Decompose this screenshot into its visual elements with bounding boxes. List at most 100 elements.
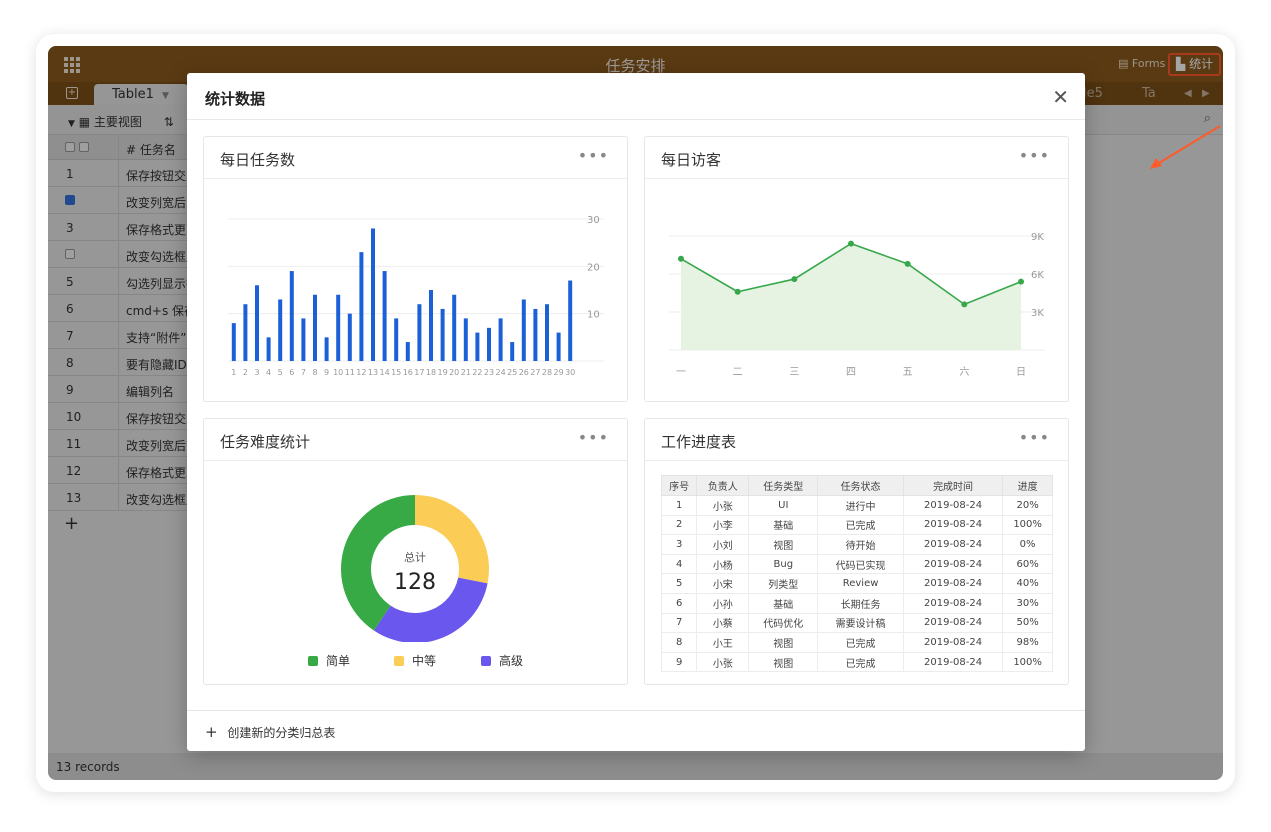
table-cell: 98% (1002, 632, 1053, 653)
x-tick-label: 日 (1016, 367, 1026, 378)
table-cell: 需要设计稿 (817, 612, 904, 634)
legend-medium: 中等 (394, 652, 436, 669)
table-cell: 小张 (696, 495, 750, 516)
column-header: 任务类型 (748, 475, 819, 496)
bar (266, 337, 271, 361)
more-icon[interactable]: ••• (1019, 428, 1050, 447)
table-cell: 小孙 (696, 592, 750, 614)
x-tick-label: 4 (266, 368, 271, 377)
x-tick-label: 3 (254, 368, 259, 377)
x-tick-label: 10 (333, 368, 343, 377)
card-header: 任务难度统计 ••• (204, 419, 627, 461)
x-tick-label: 28 (542, 368, 552, 377)
x-tick-label: 25 (507, 368, 517, 377)
create-summary-label: 创建新的分类归总表 (227, 726, 336, 740)
y-tick-label: 3K (1031, 308, 1044, 319)
table-cell: 2019-08-24 (902, 592, 1004, 614)
legend-simple: 简单 (308, 652, 350, 669)
bar (255, 285, 259, 361)
table-cell: 40% (1002, 573, 1053, 594)
table-cell: 1 (660, 495, 698, 516)
x-tick-label: 16 (403, 368, 413, 377)
x-tick-label: 11 (345, 368, 355, 377)
y-tick-label: 30 (587, 215, 600, 226)
table-cell: 50% (1002, 612, 1053, 634)
bar (336, 294, 341, 361)
table-row: 4 小杨 Bug 代码已实现 2019-08-24 60% (660, 553, 1053, 575)
close-icon[interactable]: ✕ (1052, 85, 1069, 109)
table-cell: 小杨 (696, 553, 750, 575)
data-point (961, 301, 968, 308)
table-cell: 9 (660, 651, 698, 673)
table-cell: 2019-08-24 (902, 495, 1004, 516)
table-cell: 2019-08-24 (902, 514, 1004, 536)
bar (313, 294, 317, 361)
table-cell: 30% (1002, 592, 1053, 614)
more-icon[interactable]: ••• (1019, 146, 1050, 165)
bar (278, 299, 283, 361)
x-tick-label: 三 (789, 367, 799, 378)
x-tick-label: 13 (368, 368, 378, 377)
x-tick-label: 23 (484, 368, 494, 377)
pointer-arrow-icon (1150, 125, 1221, 169)
x-tick-label: 1 (231, 368, 236, 377)
x-tick-label: 15 (391, 368, 401, 377)
table-row: 9 小张 视图 已完成 2019-08-24 100% (660, 651, 1053, 673)
table-cell: 2 (660, 514, 698, 536)
x-tick-label: 20 (449, 368, 459, 377)
column-header: 任务状态 (817, 475, 904, 496)
bar (475, 332, 480, 361)
table-cell: 小宋 (696, 573, 750, 594)
difficulty-donut-chart: 总计 128 (341, 495, 490, 642)
table-cell: 3 (660, 534, 698, 555)
table-cell: 100% (1002, 514, 1053, 536)
data-point (678, 255, 684, 262)
x-tick-label: 21 (461, 368, 471, 377)
card-header: 每日任务数 ••• (204, 137, 627, 179)
column-header: 进度 (1002, 475, 1053, 496)
x-tick-label: 2 (243, 368, 248, 377)
x-tick-label: 17 (414, 368, 424, 377)
bar (405, 342, 410, 361)
bar (556, 332, 561, 361)
bar (521, 299, 526, 361)
x-tick-label: 29 (554, 368, 564, 377)
table-cell: 待开始 (817, 534, 904, 555)
table-cell: 视图 (748, 632, 819, 653)
table-cell: Review (817, 573, 904, 594)
table-cell: 已完成 (817, 651, 904, 673)
bar (568, 280, 573, 361)
bar (394, 318, 399, 361)
bar (429, 290, 433, 361)
table-cell: 小刘 (696, 534, 750, 555)
y-tick-label: 20 (587, 262, 600, 273)
table-cell: 已完成 (817, 632, 904, 653)
stats-modal: 统计数据 ✕ 每日任务数 ••• 10 20 30 1 2 3 4 5 6 7 8 9 10 11 12 13… (187, 73, 1085, 751)
table-cell: 2019-08-24 (902, 534, 1004, 555)
x-tick-label: 5 (278, 368, 283, 377)
x-tick-label: 14 (380, 368, 390, 377)
x-tick-label: 30 (565, 368, 575, 377)
y-tick-label: 9K (1031, 232, 1044, 243)
donut-center-label: 总计 (404, 550, 426, 564)
x-tick-label: 27 (530, 368, 540, 377)
bar (463, 318, 468, 361)
table-cell: 100% (1002, 651, 1053, 673)
more-icon[interactable]: ••• (578, 428, 609, 447)
x-tick-label: 6 (289, 368, 294, 377)
modal-header: 统计数据 ✕ (187, 73, 1085, 120)
create-summary-button[interactable]: + 创建新的分类归总表 (205, 723, 335, 741)
x-tick-label: 四 (846, 367, 856, 378)
table-cell: Bug (748, 553, 819, 575)
y-tick-label: 6K (1031, 270, 1044, 281)
x-tick-label: 12 (356, 368, 366, 377)
table-cell: 列类型 (748, 573, 819, 594)
bar (243, 304, 248, 361)
table-cell: 已完成 (817, 514, 904, 536)
bar (452, 294, 457, 361)
bar (371, 228, 375, 361)
table-cell: 进行中 (817, 495, 904, 516)
more-icon[interactable]: ••• (578, 146, 609, 165)
data-point (1018, 278, 1024, 285)
table-row: 6 小孙 基础 长期任务 2019-08-24 30% (660, 592, 1053, 614)
